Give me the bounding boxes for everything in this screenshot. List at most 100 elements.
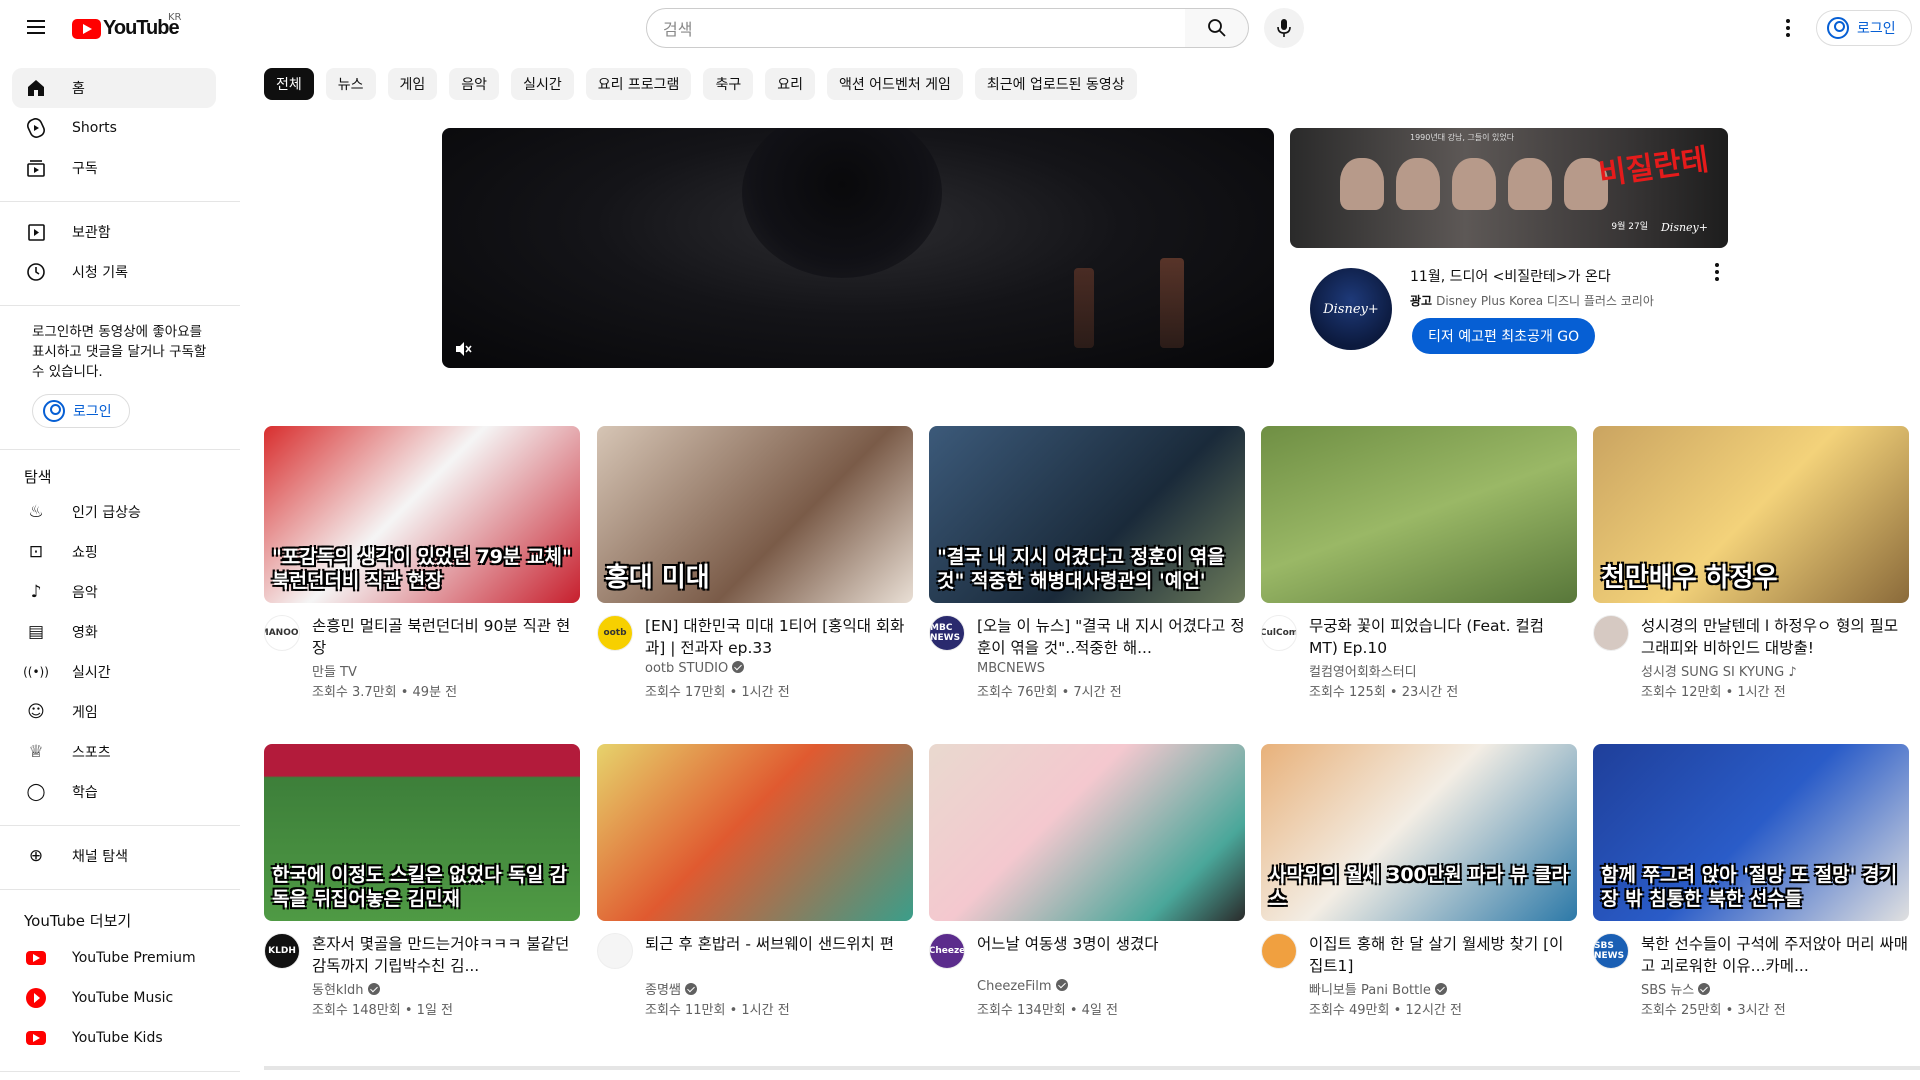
promo-thumbnail[interactable]: 1990년대 강남, 그들이 있었다 비질란테 9월 27일 Disney+ xyxy=(1290,128,1728,248)
video-card[interactable]: CulCom 무궁화 꽃이 피었습니다 (Feat. 컬컴 MT) Ep.10 컬컴… xyxy=(1261,426,1577,703)
video-thumbnail[interactable]: 함께 쭈그려 앉아 '절망 또 절망' 경기장 밖 침통한 북한 선수들 xyxy=(1593,744,1909,921)
video-title[interactable]: 퇴근 후 혼밥러 - 써브웨이 샌드위치 편 xyxy=(645,933,913,955)
video-meta: ootb [EN] 대한민국 미대 1티어 [홍익대 회화과] | 전과자 ep.… xyxy=(597,603,913,703)
sidebar-item-library[interactable]: 보관함 xyxy=(12,212,216,252)
video-thumbnail[interactable] xyxy=(597,744,913,921)
channel-name[interactable]: SBS 뉴스 xyxy=(1641,983,1694,998)
search-button[interactable] xyxy=(1185,8,1249,48)
voice-search-button[interactable] xyxy=(1264,8,1304,48)
video-card[interactable]: 한국에 이정도 스킬은 없었다 독일 감독을 뒤집어놓은 김민재 KLDH 혼자서 … xyxy=(264,744,580,1021)
sidebar-item-sports[interactable]: ♕ 스포츠 xyxy=(12,732,216,772)
channel-avatar[interactable]: MANOOL xyxy=(264,615,300,651)
channel-name[interactable]: ootb STUDIO xyxy=(645,661,728,676)
sidebar-signin-button[interactable]: 로그인 xyxy=(32,394,130,428)
chip-soccer[interactable]: 축구 xyxy=(703,68,754,100)
video-title[interactable]: 혼자서 몇골을 만드는거야ㅋㅋㅋ 불같던 감독까지 기립박수친 김... xyxy=(312,933,580,977)
video-card[interactable]: "결국 내 지시 어겼다고 정훈이 엮을 것" 적중한 해병대사령관의 '예언'… xyxy=(929,426,1245,703)
sidebar-item-learning[interactable]: ◯ 학습 xyxy=(12,772,216,812)
sidebar-item-browse-channels[interactable]: ⊕ 채널 탐색 xyxy=(12,836,216,876)
sidebar-divider xyxy=(0,889,240,890)
chip-news[interactable]: 뉴스 xyxy=(325,68,376,100)
video-card[interactable]: 천만배우 하정우성시경의 만날텐데 l 하정우ㅇ 형의 필모그래피와 비하인드 … xyxy=(1593,426,1909,703)
video-thumbnail[interactable]: 한국에 이정도 스킬은 없었다 독일 감독을 뒤집어놓은 김민재 xyxy=(264,744,580,921)
video-card[interactable]: 함께 쭈그려 앉아 '절망 또 절망' 경기장 밖 침통한 북한 선수들 SBS … xyxy=(1593,744,1909,1021)
settings-more-icon[interactable] xyxy=(1776,16,1800,40)
advertiser-avatar[interactable]: Disney+ xyxy=(1310,268,1392,350)
chip-cooking-shows[interactable]: 요리 프로그램 xyxy=(585,68,692,100)
menu-icon[interactable] xyxy=(24,16,48,40)
channel-avatar[interactable]: Cheeze xyxy=(929,933,965,969)
channel-avatar[interactable]: KLDH xyxy=(264,933,300,969)
video-thumbnail[interactable] xyxy=(1261,426,1577,603)
video-card[interactable]: "포감독의 생각이 있었던 79분 교체" 북런던더비 직관 현장 MANOOL 손… xyxy=(264,426,580,703)
sidebar-item-shorts[interactable]: Shorts xyxy=(12,108,216,148)
video-card[interactable]: Cheeze 어느날 여동생 3명이 생겼다 CheezeFilm 조회수 134만회… xyxy=(929,744,1245,1021)
video-thumbnail[interactable]: 사막위의 월세 300만원 파라 뷰 클라스 xyxy=(1261,744,1577,921)
chip-recently-uploaded[interactable]: 최근에 업로드된 동영상 xyxy=(974,68,1137,100)
library-icon xyxy=(24,220,48,244)
muted-volume-icon[interactable] xyxy=(454,340,472,362)
channel-avatar[interactable]: SBS NEWS xyxy=(1593,933,1629,969)
signin-button[interactable]: 로그인 xyxy=(1816,10,1912,46)
channel-name[interactable]: 동현kldh xyxy=(312,983,364,998)
ad-more-icon[interactable] xyxy=(1714,263,1720,283)
chip-action-adventure[interactable]: 액션 어드벤처 게임 xyxy=(826,68,963,100)
sidebar-item-youtube-kids[interactable]: YouTube Kids xyxy=(12,1018,216,1058)
channel-name[interactable]: CheezeFilm xyxy=(977,979,1052,994)
ad-subline: 광고 Disney Plus Korea 디즈니 플러스 코리아 xyxy=(1410,292,1654,309)
sidebar-item-shopping[interactable]: ⊡ 쇼핑 xyxy=(12,532,216,572)
video-title[interactable]: 무궁화 꽃이 피었습니다 (Feat. 컬컴 MT) Ep.10 xyxy=(1309,615,1577,659)
sidebar-item-label: 구독 xyxy=(72,161,98,177)
sidebar-item-music[interactable]: ♪ 음악 xyxy=(12,572,216,612)
ad-title[interactable]: 11월, 드디어 <비질란테>가 온다 xyxy=(1410,266,1611,286)
channel-avatar[interactable]: CulCom xyxy=(1261,615,1297,651)
channel-name[interactable]: 만들 TV xyxy=(312,665,357,680)
video-title[interactable]: 북한 선수들이 구석에 주저앉아 머리 싸매고 괴로워한 이유...카메... xyxy=(1641,933,1909,977)
video-card[interactable]: 사막위의 월세 300만원 파라 뷰 클라스이집트 홍해 한 달 살기 월세방 … xyxy=(1261,744,1577,1021)
channel-name[interactable]: 빠니보틀 Pani Bottle xyxy=(1309,983,1431,998)
chip-gaming[interactable]: 게임 xyxy=(387,68,438,100)
video-title[interactable]: 이집트 홍해 한 달 살기 월세방 찾기 [이집트1] xyxy=(1309,933,1577,977)
channel-avatar[interactable] xyxy=(597,933,633,969)
video-title[interactable]: 손흥민 멀티골 북런던더비 90분 직관 현장 xyxy=(312,615,580,659)
video-thumbnail[interactable] xyxy=(929,744,1245,921)
channel-avatar[interactable] xyxy=(1593,615,1629,651)
channel-avatar[interactable]: ootb xyxy=(597,615,633,651)
video-thumbnail[interactable]: "포감독의 생각이 있었던 79분 교체" 북런던더비 직관 현장 xyxy=(264,426,580,603)
sidebar-item-live[interactable]: ((•)) 실시간 xyxy=(12,652,216,692)
chip-live[interactable]: 실시간 xyxy=(511,68,574,100)
video-card[interactable]: 퇴근 후 혼밥러 - 써브웨이 샌드위치 편 종명쌤 조회수 11만회 • 1시간 … xyxy=(597,744,913,1021)
sidebar-item-gaming[interactable]: ☺ 게임 xyxy=(12,692,216,732)
video-title[interactable]: [오늘 이 뉴스] "결국 내 지시 어겼다고 정훈이 엮을 것"..적중한 해… xyxy=(977,615,1245,659)
sidebar-item-trending[interactable]: ♨ 인기 급상승 xyxy=(12,492,216,532)
video-thumbnail[interactable]: 천만배우 하정우 xyxy=(1593,426,1909,603)
video-title[interactable]: [EN] 대한민국 미대 1티어 [홍익대 회화과] | 전과자 ep.33 xyxy=(645,615,913,659)
sidebar-item-youtube-music[interactable]: YouTube Music xyxy=(12,978,216,1018)
channel-avatar[interactable] xyxy=(1261,933,1297,969)
video-thumbnail[interactable]: 홍대 미대 xyxy=(597,426,913,603)
chip-all[interactable]: 전체 xyxy=(264,68,314,100)
sidebar-item-movies[interactable]: ▤ 영화 xyxy=(12,612,216,652)
video-meta: MBC NEWS [오늘 이 뉴스] "결국 내 지시 어겼다고 정훈이 엮을 것… xyxy=(929,603,1245,703)
promo-video-player[interactable] xyxy=(442,128,1274,368)
channel-avatar[interactable]: MBC NEWS xyxy=(929,615,965,651)
video-thumbnail[interactable]: "결국 내 지시 어겼다고 정훈이 엮을 것" 적중한 해병대사령관의 '예언' xyxy=(929,426,1245,603)
video-stats: 조회수 49만회 • 12시간 전 xyxy=(1309,1003,1462,1018)
sidebar-item-history[interactable]: 시청 기록 xyxy=(12,252,216,292)
channel-name[interactable]: 종명쌤 xyxy=(645,983,681,998)
ad-cta-button[interactable]: 티저 예고편 최초공개 GO xyxy=(1412,318,1596,354)
youtube-logo[interactable]: YouTube KR xyxy=(72,12,182,40)
search-input[interactable]: 검색 xyxy=(646,8,1186,48)
channel-name[interactable]: 컬컴영어회화스터디 xyxy=(1309,665,1417,680)
chip-cooking[interactable]: 요리 xyxy=(765,68,815,100)
sidebar-item-home[interactable]: 홈 xyxy=(12,68,216,108)
video-title[interactable]: 성시경의 만날텐데 l 하정우ㅇ 형의 필모그래피와 비하인드 대방출! xyxy=(1641,615,1909,659)
sidebar-item-subscriptions[interactable]: 구독 xyxy=(12,148,216,188)
chip-music[interactable]: 음악 xyxy=(449,68,500,100)
sidebar-item-label: 인기 급상승 xyxy=(72,505,141,521)
channel-name[interactable]: 성시경 SUNG SI KYUNG ♪ xyxy=(1641,665,1797,680)
video-title[interactable]: 어느날 여동생 3명이 생겼다 xyxy=(977,933,1245,955)
sidebar-item-youtube-premium[interactable]: YouTube Premium xyxy=(12,938,216,978)
channel-name[interactable]: MBCNEWS xyxy=(977,661,1045,676)
video-card[interactable]: 홍대 미대 ootb [EN] 대한민국 미대 1티어 [홍익대 회화과] | 전과… xyxy=(597,426,913,703)
